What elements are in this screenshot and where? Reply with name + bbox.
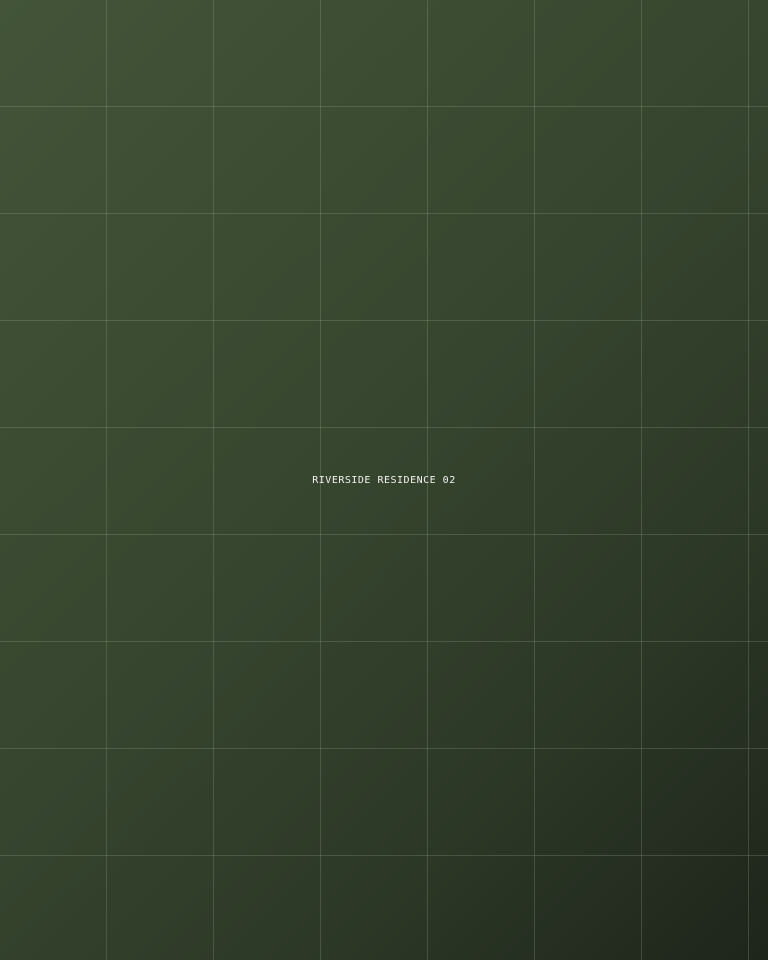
image-placeholder-label: RIVERSIDE RESIDENCE 02 [312, 475, 456, 486]
